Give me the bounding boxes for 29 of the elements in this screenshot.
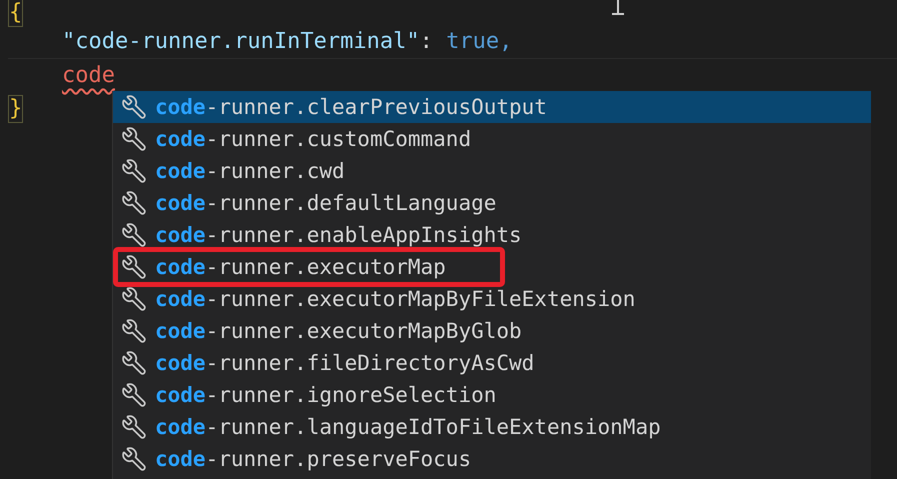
suggestion-item[interactable]: code-runner.executorMapByFileExtension <box>113 283 871 315</box>
wrench-icon <box>121 254 147 280</box>
suggestion-item[interactable]: code-runner.fileDirectoryAsCwd <box>113 347 871 379</box>
suggestion-item[interactable]: code-runner.cwd <box>113 155 871 187</box>
wrench-icon <box>121 126 147 152</box>
suggestion-item[interactable]: code-runner.clearPreviousOutput <box>113 91 871 123</box>
wrench-icon <box>121 222 147 248</box>
suggestion-item[interactable]: code-runner.enableAppInsights <box>113 219 871 251</box>
wrench-icon <box>121 414 147 440</box>
typed-code: code <box>62 63 115 88</box>
suggestion-item[interactable]: code-runner.languageIdToFileExtensionMap <box>113 411 871 443</box>
wrench-icon <box>121 190 147 216</box>
suggestion-item[interactable]: code-runner.customCommand <box>113 123 871 155</box>
brace: } <box>8 94 24 122</box>
wrench-icon <box>121 446 147 472</box>
suggestion-item[interactable]: code-runner.ignoreSelection <box>113 379 871 411</box>
suggestion-item[interactable]: code-runner.preserveFocus <box>113 443 871 475</box>
wrench-icon <box>121 286 147 312</box>
wrench-icon <box>121 350 147 376</box>
suggestion-item[interactable]: code-runner.executorMapByGlob <box>113 315 871 347</box>
code-line: "code-runner.runInTerminal": true, <box>62 29 512 54</box>
text-cursor-icon <box>610 0 626 16</box>
wrench-icon <box>121 94 147 120</box>
wrench-icon <box>121 158 147 184</box>
brace: { <box>8 0 24 26</box>
suggestion-item[interactable]: code-runner.defaultLanguage <box>113 187 871 219</box>
suggestion-item[interactable]: code-runner.executorMap <box>113 251 871 283</box>
wrench-icon <box>121 382 147 408</box>
wrench-icon <box>121 318 147 344</box>
